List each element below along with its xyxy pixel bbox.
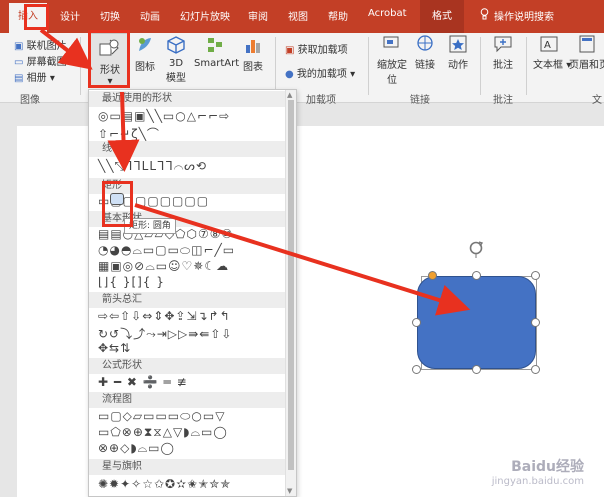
baidu-watermark: Baidu经验 jingyan.baidu.com	[492, 456, 584, 487]
watermark-brand: Baidu经验	[511, 459, 584, 475]
arrow-to-shapes	[39, 28, 93, 70]
arrow-to-lines	[107, 91, 140, 172]
arrow-to-canvas	[134, 203, 471, 316]
watermark-url: jingyan.baidu.com	[491, 476, 584, 487]
annotation-arrows	[39, 28, 471, 316]
